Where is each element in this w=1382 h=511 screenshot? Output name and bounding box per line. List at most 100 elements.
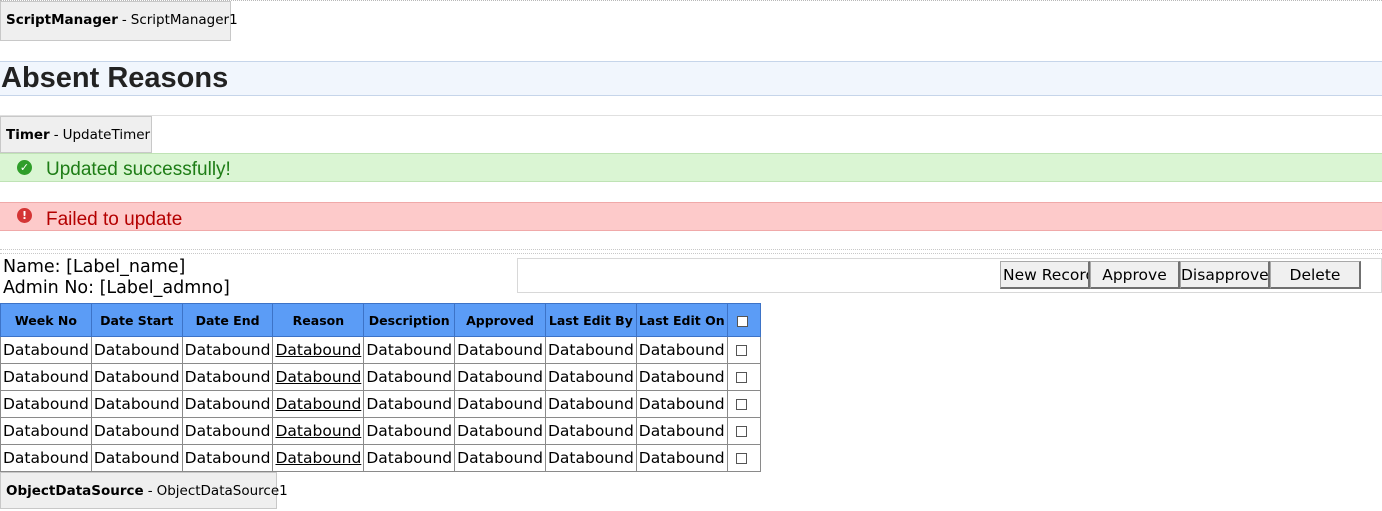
reason-link[interactable]: Databound: [275, 368, 361, 386]
table-cell: Databound: [363, 417, 456, 445]
table-cell: Databound: [90, 336, 183, 364]
column-header-date-start[interactable]: Date Start: [90, 303, 183, 337]
table-cell: Databound: [0, 444, 92, 472]
disapprove-button[interactable]: Disapprove: [1180, 261, 1270, 289]
table-cell: Databound: [272, 336, 365, 364]
success-message: Updated successfully!: [46, 159, 231, 180]
table-row: Databound Databound Databound Databound Data…: [0, 363, 761, 391]
divider: [0, 249, 1382, 250]
row-select-checkbox[interactable]: [735, 453, 747, 464]
control-id: ObjectDataSource1: [156, 482, 288, 499]
table-cell: Databound: [181, 444, 274, 472]
column-header-reason[interactable]: Reason: [272, 303, 365, 337]
column-header-week-no[interactable]: Week No: [0, 303, 92, 337]
table-cell: Databound: [454, 417, 546, 445]
control-type: Timer: [6, 126, 50, 143]
table-cell: Databound: [454, 390, 546, 418]
table-cell: Databound: [454, 336, 546, 364]
table-cell: Databound: [90, 363, 183, 391]
table-cell: Databound: [363, 336, 456, 364]
row-select-cell: [726, 363, 761, 391]
script-manager-control[interactable]: ScriptManager - ScriptManager1: [0, 1, 238, 41]
table-cell: Databound: [272, 417, 365, 445]
row-select-checkbox[interactable]: [735, 345, 747, 356]
admin-no-label: Admin No: [Label_admno]: [3, 278, 230, 298]
control-separator: -: [147, 482, 153, 499]
row-select-cell: [726, 336, 761, 364]
reason-link[interactable]: Databound: [275, 341, 361, 359]
table-cell: Databound: [0, 336, 92, 364]
absent-reasons-grid: Week No Date Start Date End Reason Descr…: [0, 303, 761, 472]
table-row: Databound Databound Databound Databound Data…: [0, 417, 761, 445]
check-circle-icon: ✓: [17, 160, 32, 175]
column-header-last-edit-by[interactable]: Last Edit By: [544, 303, 637, 337]
table-row: Databound Databound Databound Databound Data…: [0, 444, 761, 472]
table-cell: Databound: [363, 444, 456, 472]
table-cell: Databound: [181, 390, 274, 418]
control-type: ObjectDataSource: [6, 482, 144, 499]
exclamation-circle-icon: !: [17, 208, 32, 223]
table-cell: Databound: [454, 363, 546, 391]
new-record-button[interactable]: New Record: [1000, 261, 1090, 289]
column-header-date-end[interactable]: Date End: [181, 303, 274, 337]
table-cell: Databound: [181, 336, 274, 364]
table-cell: Databound: [544, 363, 637, 391]
divider: [0, 115, 1382, 116]
reason-link[interactable]: Databound: [275, 449, 361, 467]
table-cell: Databound: [0, 390, 92, 418]
row-select-cell: [726, 444, 761, 472]
table-cell: Databound: [181, 363, 274, 391]
table-cell: Databound: [363, 390, 456, 418]
table-cell: Databound: [544, 390, 637, 418]
error-alert: ! Failed to update: [0, 202, 1382, 231]
grid-header-row: Week No Date Start Date End Reason Descr…: [0, 303, 761, 337]
control-type: ScriptManager: [6, 12, 118, 28]
column-header-approved[interactable]: Approved: [454, 303, 546, 337]
error-message: Failed to update: [46, 209, 183, 230]
delete-button[interactable]: Delete: [1270, 261, 1361, 289]
control-separator: -: [53, 126, 59, 143]
table-cell: Databound: [635, 390, 728, 418]
table-cell: Databound: [90, 417, 183, 445]
timer-control[interactable]: Timer - UpdateTimer: [0, 116, 152, 153]
table-cell: Databound: [544, 444, 637, 472]
select-all-checkbox[interactable]: [737, 315, 749, 327]
table-cell: Databound: [181, 417, 274, 445]
name-label: Name: [Label_name]: [3, 257, 186, 277]
row-select-checkbox[interactable]: [735, 372, 747, 383]
table-cell: Databound: [90, 390, 183, 418]
table-cell: Databound: [272, 390, 365, 418]
approve-button[interactable]: Approve: [1090, 261, 1180, 289]
column-header-last-edit-on[interactable]: Last Edit On: [635, 303, 728, 337]
table-cell: Databound: [635, 417, 728, 445]
control-separator: -: [121, 12, 127, 28]
table-cell: Databound: [0, 363, 92, 391]
table-row: Databound Databound Databound Databound Data…: [0, 336, 761, 364]
select-all-cell: [726, 303, 761, 337]
row-select-checkbox[interactable]: [735, 399, 747, 410]
table-cell: Databound: [635, 336, 728, 364]
table-cell: Databound: [544, 336, 637, 364]
row-select-cell: [726, 417, 761, 445]
control-id: UpdateTimer: [62, 126, 151, 143]
student-info: Name: [Label_name] Admin No: [Label_admn…: [3, 257, 230, 299]
table-cell: Databound: [272, 363, 365, 391]
table-cell: Databound: [454, 444, 546, 472]
table-cell: Databound: [635, 444, 728, 472]
table-cell: Databound: [272, 444, 365, 472]
table-row: Databound Databound Databound Databound Data…: [0, 390, 761, 418]
divider: [0, 253, 1382, 254]
page-header: Absent Reasons: [0, 61, 1382, 96]
table-cell: Databound: [90, 444, 183, 472]
page-title: Absent Reasons: [1, 62, 229, 94]
column-header-description[interactable]: Description: [363, 303, 456, 337]
row-select-checkbox[interactable]: [735, 426, 747, 437]
reason-link[interactable]: Databound: [275, 422, 361, 440]
table-cell: Databound: [635, 363, 728, 391]
table-cell: Databound: [544, 417, 637, 445]
success-alert: ✓ Updated successfully!: [0, 153, 1382, 182]
table-cell: Databound: [0, 417, 92, 445]
object-data-source-control[interactable]: ObjectDataSource - ObjectDataSource1: [0, 472, 288, 509]
control-id: ScriptManager1: [130, 12, 238, 28]
reason-link[interactable]: Databound: [275, 395, 361, 413]
